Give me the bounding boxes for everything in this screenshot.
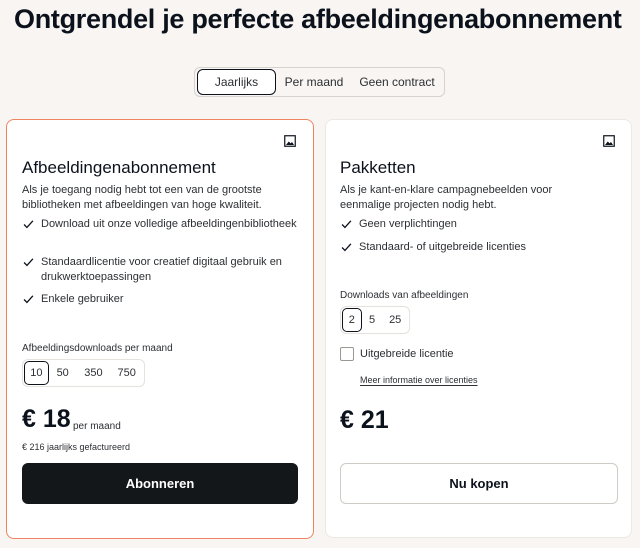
- downloads-label: Afbeeldingsdownloads per maand: [22, 343, 173, 354]
- check-icon: [23, 258, 34, 267]
- check-icon: [23, 295, 34, 304]
- feature-text: Download uit onze volledige afbeeldingen…: [41, 218, 297, 230]
- card-description: Als je toegang nodig hebt tot een van de…: [22, 184, 262, 211]
- page-title: Ontgrendel je perfecte afbeeldingenabonn…: [14, 4, 622, 34]
- price: € 18: [22, 405, 71, 433]
- feature-text: Geen verplichtingen: [359, 218, 457, 230]
- download-option-10[interactable]: 10: [24, 361, 49, 385]
- download-count-selector: 10 50 350 750: [22, 359, 145, 387]
- packs-card: Pakketten Als je kant-en-klare campagneb…: [325, 119, 632, 538]
- extended-license-checkbox[interactable]: [340, 347, 354, 361]
- check-icon: [341, 243, 352, 252]
- feature-item: Standaardlicentie voor creatief digitaal…: [22, 255, 302, 285]
- price: € 21: [340, 406, 389, 434]
- download-count-selector: 2 5 25: [340, 306, 410, 334]
- billed-note: € 216 jaarlijks gefactureerd: [22, 442, 131, 452]
- card-description: Als je kant-en-klare campagnebeelden voo…: [340, 184, 553, 211]
- subscribe-button[interactable]: Abonneren: [22, 463, 298, 504]
- download-option-25[interactable]: 25: [382, 308, 408, 332]
- card-title: Afbeeldingenabonnement: [22, 158, 216, 177]
- image-icon: [284, 135, 296, 147]
- download-option-750[interactable]: 750: [110, 361, 143, 385]
- extended-license-label[interactable]: Uitgebreide licentie: [360, 348, 454, 360]
- check-icon: [341, 220, 352, 229]
- feature-item: Enkele gebruiker: [22, 292, 297, 307]
- feature-text: Standaardlicentie voor creatief digitaal…: [41, 256, 282, 283]
- download-option-50[interactable]: 50: [49, 361, 77, 385]
- toggle-no-contract[interactable]: Geen contract: [352, 69, 442, 95]
- feature-item: Standaard- of uitgebreide licenties: [340, 240, 615, 255]
- billing-toggle: Jaarlijks Per maand Geen contract: [194, 67, 445, 97]
- download-option-2[interactable]: 2: [342, 308, 362, 332]
- download-option-350[interactable]: 350: [77, 361, 111, 385]
- download-option-5[interactable]: 5: [362, 308, 383, 332]
- feature-text: Standaard- of uitgebreide licenties: [359, 241, 526, 253]
- downloads-label: Downloads van afbeeldingen: [340, 290, 469, 301]
- toggle-monthly[interactable]: Per maand: [276, 69, 352, 95]
- subscription-card: Afbeeldingenabonnement Als je toegang no…: [6, 119, 314, 539]
- toggle-yearly[interactable]: Jaarlijks: [197, 69, 276, 95]
- price-period: per maand: [73, 421, 121, 432]
- check-icon: [23, 220, 34, 229]
- feature-item: Geen verplichtingen: [340, 217, 615, 232]
- more-info-link[interactable]: Meer informatie over licenties: [360, 375, 478, 385]
- feature-item: Download uit onze volledige afbeeldingen…: [22, 217, 297, 232]
- buy-now-button[interactable]: Nu kopen: [340, 463, 618, 504]
- image-icon: [603, 135, 615, 147]
- feature-text: Enkele gebruiker: [41, 293, 124, 305]
- card-title: Pakketten: [340, 158, 416, 177]
